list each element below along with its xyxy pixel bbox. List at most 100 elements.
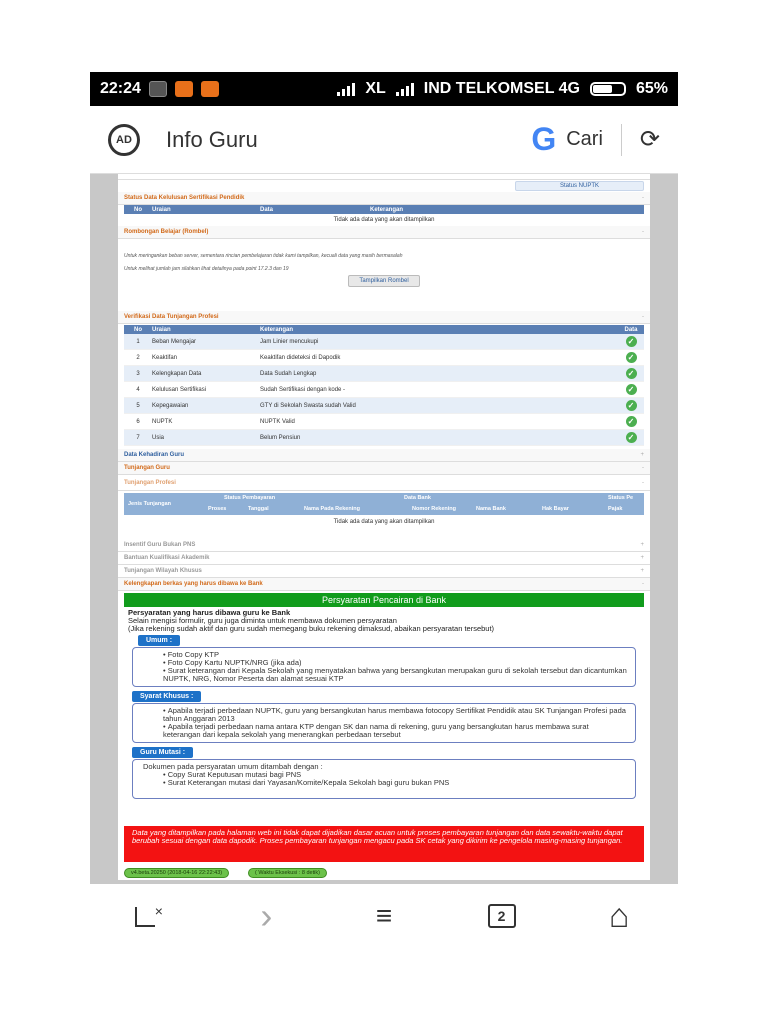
cell-keterangan: GTY di Sekolah Swasta sudah Valid [260, 402, 356, 409]
tabs-button[interactable]: 2 [482, 904, 522, 928]
refresh-icon[interactable]: ⟳ [640, 125, 660, 154]
check-icon: ✓ [625, 400, 637, 411]
col-uraian: Uraian [152, 206, 171, 213]
menu-icon[interactable]: ≡ [364, 900, 404, 932]
sertifikasi-table-header: No Uraian Data Keterangan [124, 205, 644, 214]
web-content[interactable]: Status NUPTK Status Data Kelulusan Serti… [90, 174, 678, 884]
adblock-label: AD [116, 133, 132, 146]
umum-group: Umum : • Foto Copy KTP • Foto Copy Kartu… [132, 635, 636, 687]
check-icon: ✓ [625, 416, 637, 427]
page-title: Info Guru [166, 126, 258, 152]
empty-message: Tidak ada data yang akan ditampilkan [333, 519, 435, 525]
cell-keterangan: NUPTK Valid [260, 418, 295, 425]
execution-time-badge: ( Waktu Eksekusi : 8 detik) [248, 868, 327, 878]
list-item-text: Apabila terjadi perbedaan nama antara KT… [163, 722, 589, 739]
section-title: Status Data Kelulusan Sertifikasi Pendid… [124, 195, 245, 201]
col-pajak: Pajak [608, 506, 623, 512]
section-bantuan[interactable]: Bantuan Kualifikasi Akademik + [118, 552, 650, 565]
clock: 22:24 [100, 80, 141, 97]
table-row: 6 NUPTK NUPTK Valid ✓ [124, 414, 644, 430]
app-notification-icon [174, 81, 193, 97]
col-hak-bayar: Hak Bayar [542, 506, 569, 512]
google-logo-icon[interactable]: G [531, 121, 556, 158]
list-item: • Surat Keterangan mutasi dari Yayasan/K… [163, 778, 450, 787]
section-rombel[interactable]: Rombongan Belajar (Rombel) - [118, 226, 650, 239]
cell-uraian: Beban Mengajar [152, 338, 197, 345]
signal-icon [337, 82, 356, 96]
col-nama-rekening: Nama Pada Rekening [304, 506, 360, 512]
section-wilayah[interactable]: Tunjangan Wilayah Khusus + [118, 565, 650, 578]
cell-uraian: Usia [152, 434, 165, 441]
rombel-note-2: Untuk melihat jumlah jam silahkan lihat … [124, 266, 289, 272]
close-tab-icon[interactable]: × [129, 903, 169, 929]
section-title: Bantuan Kualifikasi Akademik [124, 555, 210, 561]
col-nomor-rekening: Nomor Rekening [412, 506, 457, 512]
home-icon[interactable]: ⌂ [599, 897, 639, 936]
mutasi-label: Guru Mutasi : [132, 747, 194, 758]
gallery-notification-icon [148, 81, 167, 97]
col-no: No [134, 326, 142, 333]
version-badge: v4.beta.20250 (2018-04-16 22:22:43) [124, 868, 230, 878]
cell-uraian: Kelulusan Sertifikasi [152, 386, 207, 393]
cell-keterangan: Belum Pensiun [260, 434, 301, 441]
list-item: • Apabila terjadi perbedaan NUPTK, guru … [163, 706, 626, 723]
section-tunjangan-guru[interactable]: Tunjangan Guru - [118, 462, 650, 475]
section-verifikasi[interactable]: Verifikasi Data Tunjangan Profesi - [118, 311, 650, 324]
search-button[interactable]: Cari [566, 128, 603, 151]
browser-bottom-nav: × › ≡ 2 ⌂ [90, 884, 678, 948]
cell-uraian: Kepegawaian [152, 402, 189, 409]
col-keterangan: Keterangan [260, 326, 294, 333]
browser-toolbar: AD Info Guru G Cari ⟳ [90, 106, 678, 174]
cell-no: 2 [136, 354, 140, 361]
battery-icon [589, 82, 626, 96]
forward-icon[interactable]: › [246, 895, 286, 937]
section-title: Tunjangan Guru [124, 465, 170, 471]
empty-message: Tidak ada data yang akan ditampilkan [333, 217, 435, 223]
check-icon: ✓ [625, 352, 637, 363]
mutasi-group: Guru Mutasi : Dokumen pada persyaratan u… [132, 747, 636, 799]
table-row: 4 Kelulusan Sertifikasi Sudah Sertifikasi … [124, 382, 644, 398]
content-sheet: Status NUPTK Status Data Kelulusan Serti… [118, 174, 650, 880]
cell-keterangan: Keaktifan dideteksi di Dapodik [260, 354, 341, 361]
check-icon: ✓ [625, 432, 637, 443]
check-icon: ✓ [625, 384, 637, 395]
section-title: Kelengkapan berkas yang harus dibawa ke … [124, 581, 263, 587]
tab-count: 2 [487, 904, 516, 928]
cell-keterangan: Data Sudah Lengkap [260, 370, 317, 377]
col-data: Data [260, 206, 274, 213]
section-title: Tunjangan Profesi [124, 479, 176, 486]
section-title: Tunjangan Wilayah Khusus [124, 568, 202, 574]
status-nuptk-link[interactable]: Status NUPTK [514, 181, 644, 191]
tunjangan-table-header: Jenis Tunjangan Status Pembayaran Proses… [124, 493, 644, 515]
list-item: • Surat keterangan dari Kepala Sekolah y… [163, 666, 627, 683]
col-uraian: Uraian [152, 326, 171, 333]
table-row: 1 Beban Mengajar Jam Linier mencukupi ✓ [124, 334, 644, 350]
carrier-2: IND TELKOMSEL 4G [423, 80, 580, 97]
verifikasi-table-body: 1 Beban Mengajar Jam Linier mencukupi ✓ 2 Ke… [118, 334, 650, 446]
col-jenis: Jenis Tunjangan [128, 501, 171, 507]
col-nama-bank: Nama Bank [476, 506, 506, 512]
section-tunjangan-profesi[interactable]: Tunjangan Profesi - [118, 475, 650, 491]
list-item-text: Surat Keterangan mutasi dari Yayasan/Kom… [167, 778, 450, 787]
section-title: Rombongan Belajar (Rombel) [124, 229, 209, 235]
rombel-note-1: Untuk meringankan beban server, sementar… [124, 253, 403, 259]
section-insentif[interactable]: Insentif Guru Bukan PNS + [118, 539, 650, 552]
verifikasi-table-header: No Uraian Keterangan Data [124, 325, 644, 334]
section-sertifikasi[interactable]: Status Data Kelulusan Sertifikasi Pendid… [118, 192, 650, 205]
divider [620, 123, 622, 156]
adblock-icon[interactable]: AD [108, 123, 140, 156]
section-kehadiran[interactable]: Data Kehadiran Guru + [118, 449, 650, 462]
cell-uraian: NUPTK [152, 418, 173, 425]
show-rombel-button[interactable]: Tampilkan Rombel [348, 275, 420, 287]
table-row: 5 Kepegawaian GTY di Sekolah Swasta sudah … [124, 398, 644, 414]
persyaratan-header: Persyaratan Pencairan di Bank [124, 593, 644, 607]
khusus-group: Syarat Khusus : • Apabila terjadi perbed… [132, 691, 636, 743]
section-kelengkapan[interactable]: Kelengkapan berkas yang harus dibawa ke … [118, 578, 650, 591]
carrier-1: XL [365, 80, 386, 97]
umum-label: Umum : [138, 635, 181, 646]
col-tanggal: Tanggal [248, 506, 269, 512]
cell-no: 4 [136, 386, 140, 393]
check-icon: ✓ [625, 336, 637, 347]
signal-icon-2 [395, 82, 414, 96]
cell-uraian: Kelengkapan Data [152, 370, 202, 377]
